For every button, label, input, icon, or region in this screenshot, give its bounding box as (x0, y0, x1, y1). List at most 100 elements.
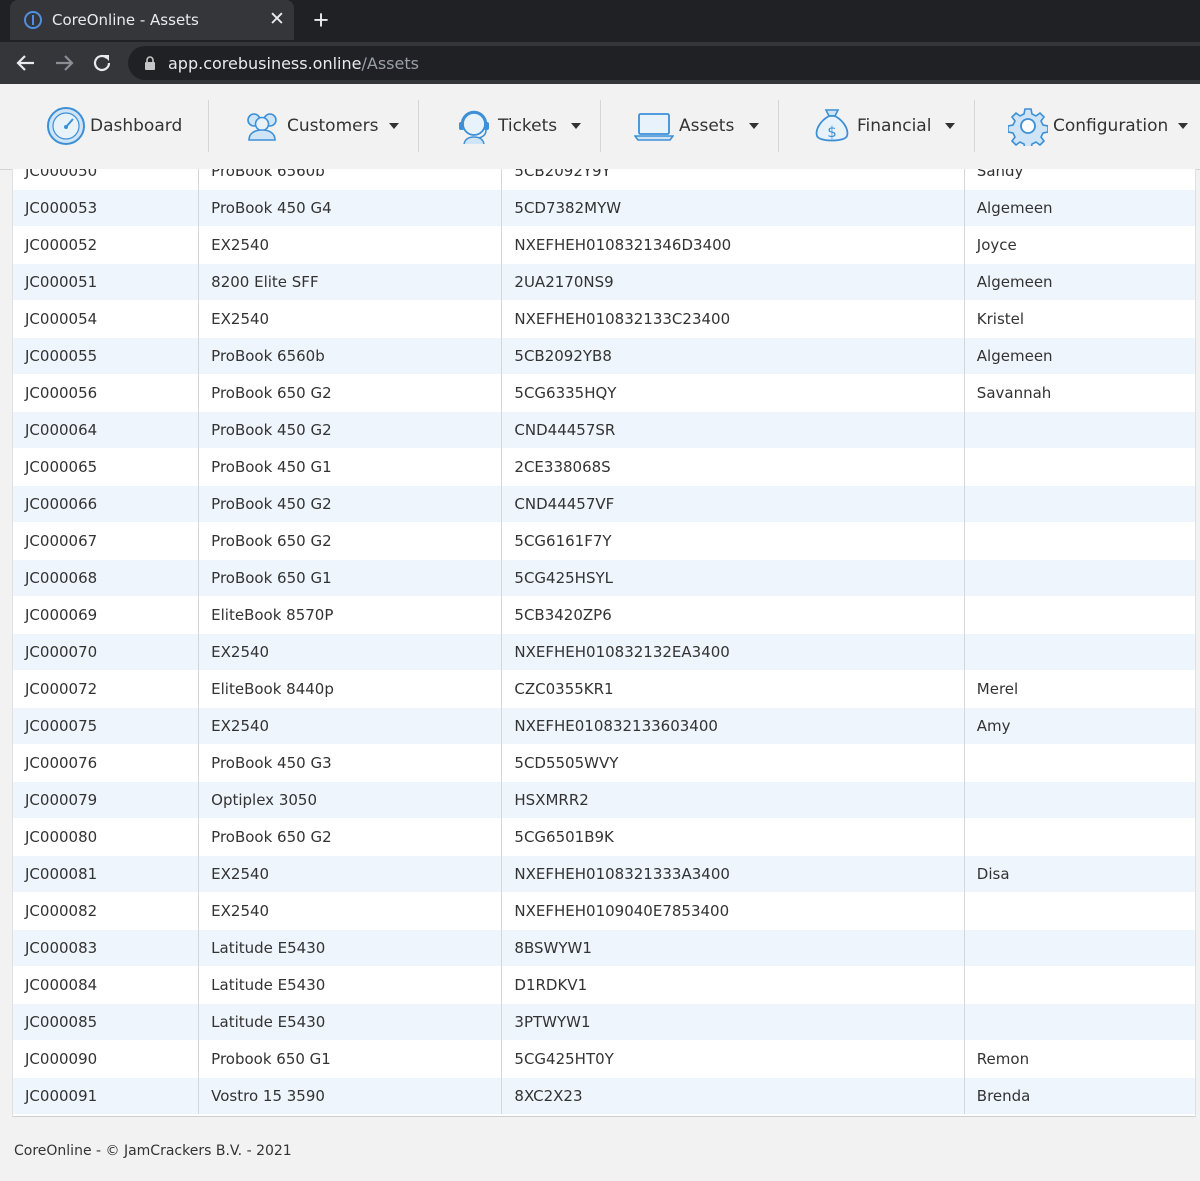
nav-divider (778, 100, 779, 152)
model-cell: EliteBook 8440p (198, 670, 503, 708)
asset-id-cell: JC000052 (13, 226, 200, 264)
nav-label-financial: Financial (857, 116, 932, 136)
table-row[interactable]: JC000084 Latitude E5430 D1RDKV1 (13, 966, 1195, 1004)
serial-number-cell: 5CB2092Y9Y (501, 169, 965, 190)
table-row[interactable]: JC000081 EX2540 NXEFHEH0108321333A3400 Disa (13, 855, 1195, 893)
serial-number-cell: NXEFHE010832133603400 (501, 707, 965, 745)
table-row[interactable]: JC000082 EX2540 NXEFHEH0109040E7853400 (13, 892, 1195, 930)
users-icon (247, 113, 277, 141)
assigned-user-cell (964, 966, 1195, 1004)
serial-number-cell: 5CG6501B9K (501, 818, 965, 856)
asset-id-cell: JC000081 (13, 855, 200, 893)
nav-item-financial[interactable]: $ Financial (812, 84, 960, 169)
assigned-user-cell: Brenda (964, 1077, 1195, 1114)
serial-number-cell: NXEFHEH0108321346D3400 (501, 226, 965, 264)
table-row[interactable]: JC000051 8200 Elite SFF 2UA2170NS9 Algemeen (13, 263, 1195, 301)
table-row[interactable]: JC000091 Vostro 15 3590 8XC2X23 Brenda (13, 1077, 1195, 1114)
chevron-down-icon[interactable] (945, 123, 955, 129)
serial-number-cell: 5CG425HT0Y (501, 1040, 965, 1078)
table-row[interactable]: JC000066 ProBook 450 G2 CND44457VF (13, 485, 1195, 523)
tab-close-icon[interactable]: ✕ (268, 10, 286, 29)
table-row[interactable]: JC000079 Optiplex 3050 HSXMRR2 (13, 781, 1195, 819)
new-tab-button[interactable]: + (309, 7, 333, 34)
model-cell: ProBook 450 G3 (198, 744, 503, 782)
url-host: app.corebusiness.online (168, 54, 362, 73)
serial-number-cell: CND44457SR (501, 411, 965, 449)
model-cell: EX2540 (198, 855, 503, 893)
assets-table-container[interactable]: JC000050 ProBook 6560b 5CB2092Y9Y Sandy JC00… (12, 169, 1196, 1117)
model-cell: ProBook 650 G1 (198, 559, 503, 597)
table-row[interactable]: JC000056 ProBook 650 G2 5CG6335HQY Savannah (13, 374, 1195, 412)
forward-arrow-icon[interactable] (52, 51, 76, 75)
assigned-user-cell (964, 559, 1195, 597)
url-text[interactable]: app.corebusiness.online/Assets (168, 54, 419, 73)
nav-item-dashboard[interactable]: Dashboard (44, 84, 204, 169)
nav-divider (418, 100, 419, 152)
assigned-user-cell: Amy (964, 707, 1195, 745)
url-path: /Assets (361, 54, 419, 73)
browser-tab[interactable]: CoreOnline - Assets ✕ (10, 0, 294, 40)
chevron-down-icon[interactable] (571, 123, 581, 129)
page-footer: CoreOnline - © JamCrackers B.V. - 2021 (0, 1117, 1200, 1181)
table-row[interactable]: JC000076 ProBook 450 G3 5CD5505WVY (13, 744, 1195, 782)
laptop-icon (634, 113, 674, 141)
asset-id-cell: JC000066 (13, 485, 200, 523)
model-cell: Latitude E5430 (198, 966, 503, 1004)
model-cell: EX2540 (198, 892, 503, 930)
asset-id-cell: JC000072 (13, 670, 200, 708)
table-row[interactable]: JC000085 Latitude E5430 3PTWYW1 (13, 1003, 1195, 1041)
chevron-down-icon[interactable] (1178, 123, 1188, 129)
table-row[interactable]: JC000050 ProBook 6560b 5CB2092Y9Y Sandy (13, 169, 1195, 190)
assigned-user-cell: Kristel (964, 300, 1195, 338)
assigned-user-cell: Algemeen (964, 337, 1195, 375)
svg-text:$: $ (827, 123, 837, 141)
table-row[interactable]: JC000052 EX2540 NXEFHEH0108321346D3400 Joyc… (13, 226, 1195, 264)
asset-id-cell: JC000068 (13, 559, 200, 597)
reload-icon[interactable] (90, 51, 114, 75)
table-row[interactable]: JC000070 EX2540 NXEFHEH010832132EA3400 (13, 633, 1195, 671)
table-row[interactable]: JC000053 ProBook 450 G4 5CD7382MYW Algemeen (13, 189, 1195, 227)
table-row[interactable]: JC000080 ProBook 650 G2 5CG6501B9K (13, 818, 1195, 856)
asset-id-cell: JC000069 (13, 596, 200, 634)
table-row[interactable]: JC000055 ProBook 6560b 5CB2092YB8 Algemeen (13, 337, 1195, 375)
serial-number-cell: NXEFHEH0108321333A3400 (501, 855, 965, 893)
table-row[interactable]: JC000064 ProBook 450 G2 CND44457SR (13, 411, 1195, 449)
serial-number-cell: CZC0355KR1 (501, 670, 965, 708)
model-cell: EX2540 (198, 707, 503, 745)
asset-id-cell: JC000067 (13, 522, 200, 560)
model-cell: Latitude E5430 (198, 1003, 503, 1041)
model-cell: ProBook 650 G2 (198, 522, 503, 560)
chevron-down-icon[interactable] (389, 123, 399, 129)
assigned-user-cell (964, 929, 1195, 967)
nav-item-tickets[interactable]: Tickets (454, 84, 594, 169)
table-row[interactable]: JC000083 Latitude E5430 8BSWYW1 (13, 929, 1195, 967)
serial-number-cell: 5CB2092YB8 (501, 337, 965, 375)
support-agent-icon (459, 110, 489, 145)
back-arrow-icon[interactable] (14, 51, 38, 75)
table-row[interactable]: JC000068 ProBook 650 G1 5CG425HSYL (13, 559, 1195, 597)
serial-number-cell: D1RDKV1 (501, 966, 965, 1004)
table-row[interactable]: JC000072 EliteBook 8440p CZC0355KR1 Merel (13, 670, 1195, 708)
table-row[interactable]: JC000090 Probook 650 G1 5CG425HT0Y Remon (13, 1040, 1195, 1078)
address-bar[interactable]: app.corebusiness.online/Assets (128, 46, 1200, 80)
table-row[interactable]: JC000075 EX2540 NXEFHE010832133603400 Amy (13, 707, 1195, 745)
nav-label-customers: Customers (287, 116, 379, 136)
asset-id-cell: JC000064 (13, 411, 200, 449)
table-row[interactable]: JC000065 ProBook 450 G1 2CE338068S (13, 448, 1195, 486)
table-row[interactable]: JC000067 ProBook 650 G2 5CG6161F7Y (13, 522, 1195, 560)
coreonline-favicon-icon (24, 11, 42, 29)
model-cell: EliteBook 8570P (198, 596, 503, 634)
asset-id-cell: JC000090 (13, 1040, 200, 1078)
model-cell: Optiplex 3050 (198, 781, 503, 819)
asset-id-cell: JC000051 (13, 263, 200, 301)
chevron-down-icon[interactable] (749, 123, 759, 129)
nav-item-assets[interactable]: Assets (634, 84, 766, 169)
assigned-user-cell: Remon (964, 1040, 1195, 1078)
table-row[interactable]: JC000054 EX2540 NXEFHEH010832133C23400 Kris… (13, 300, 1195, 338)
model-cell: 8200 Elite SFF (198, 263, 503, 301)
table-row[interactable]: JC000069 EliteBook 8570P 5CB3420ZP6 (13, 596, 1195, 634)
asset-id-cell: JC000085 (13, 1003, 200, 1041)
asset-id-cell: JC000082 (13, 892, 200, 930)
nav-item-configuration[interactable]: Configuration (1008, 84, 1194, 169)
nav-item-customers[interactable]: Customers (240, 84, 410, 169)
